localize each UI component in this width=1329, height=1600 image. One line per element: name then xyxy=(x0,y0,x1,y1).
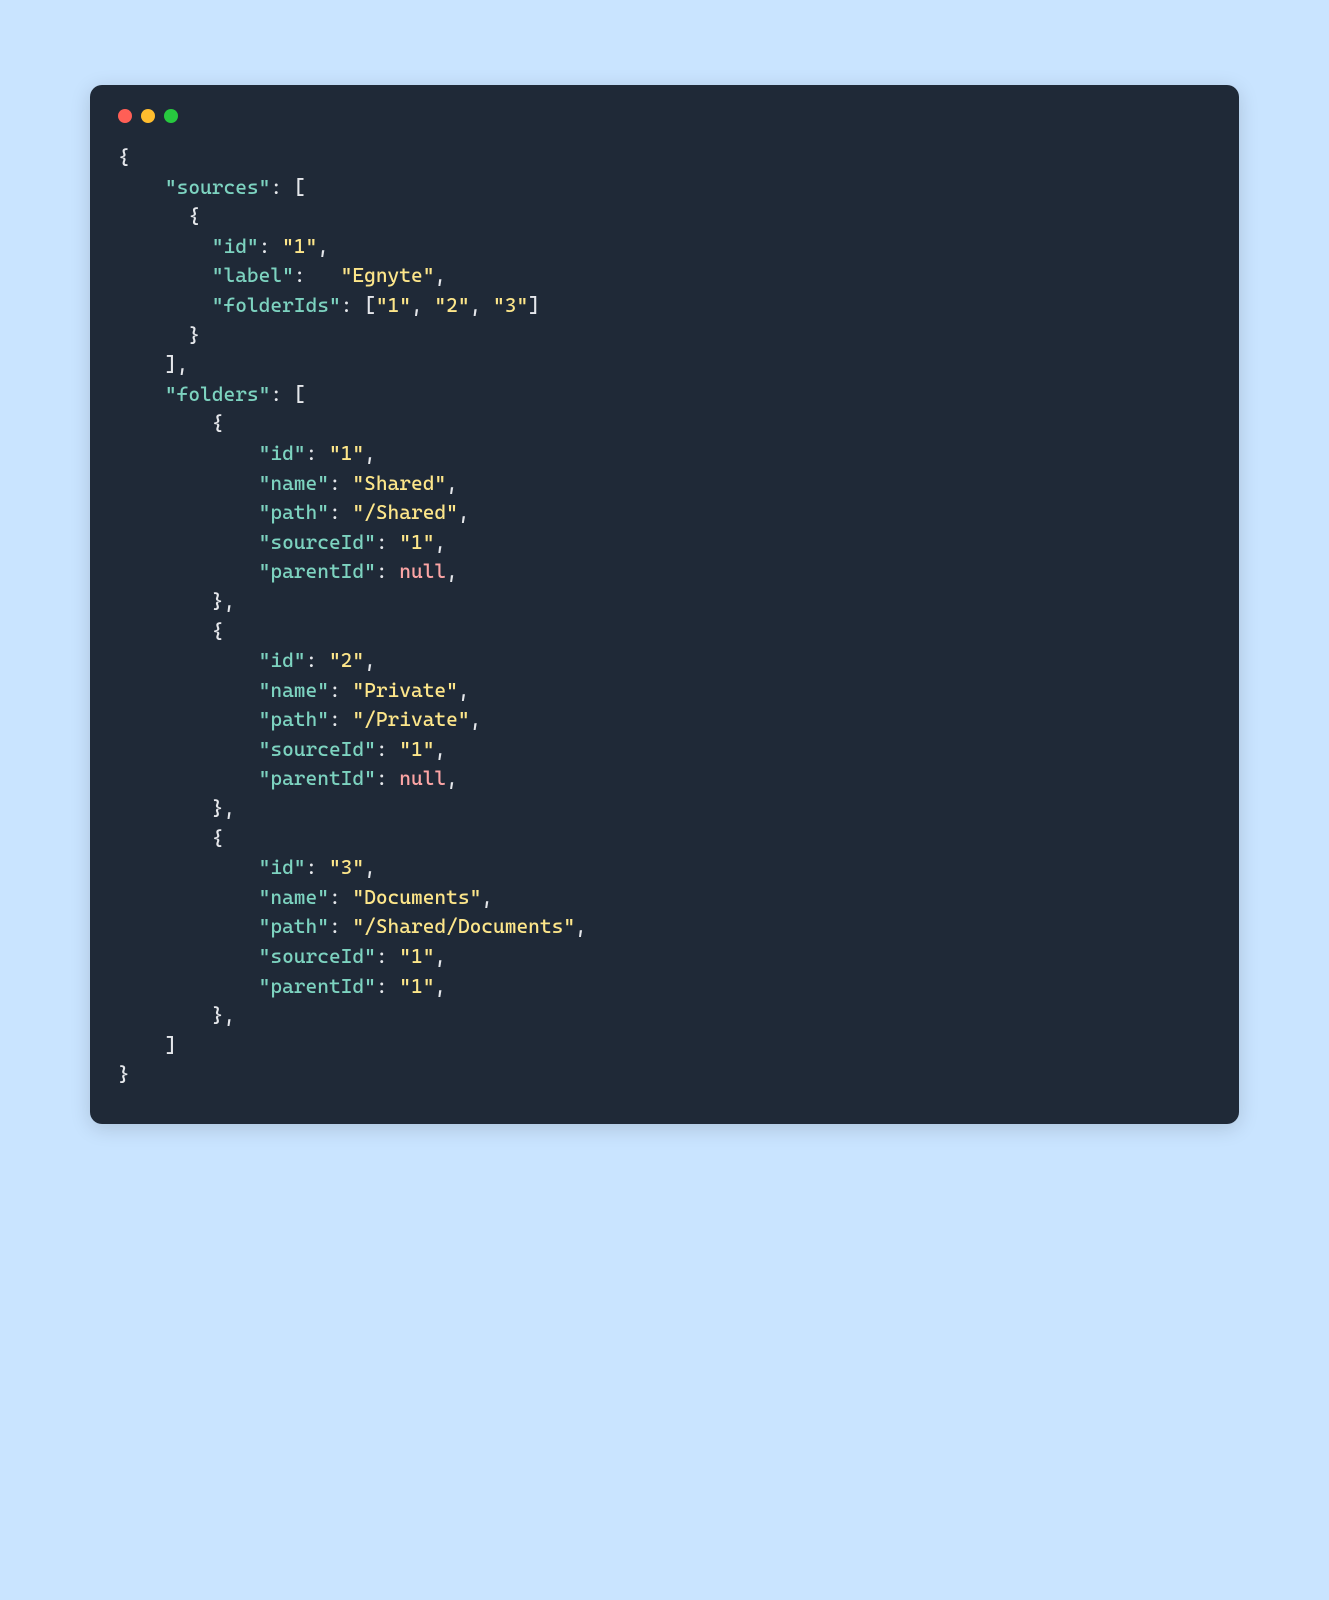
minimize-icon[interactable] xyxy=(141,109,155,123)
code-window: { "sources": [ { "id": "1", "label": "Eg… xyxy=(90,85,1239,1124)
close-icon[interactable] xyxy=(118,109,132,123)
window-titlebar xyxy=(118,105,1211,143)
zoom-icon[interactable] xyxy=(164,109,178,123)
code-content: { "sources": [ { "id": "1", "label": "Eg… xyxy=(118,143,1211,1090)
